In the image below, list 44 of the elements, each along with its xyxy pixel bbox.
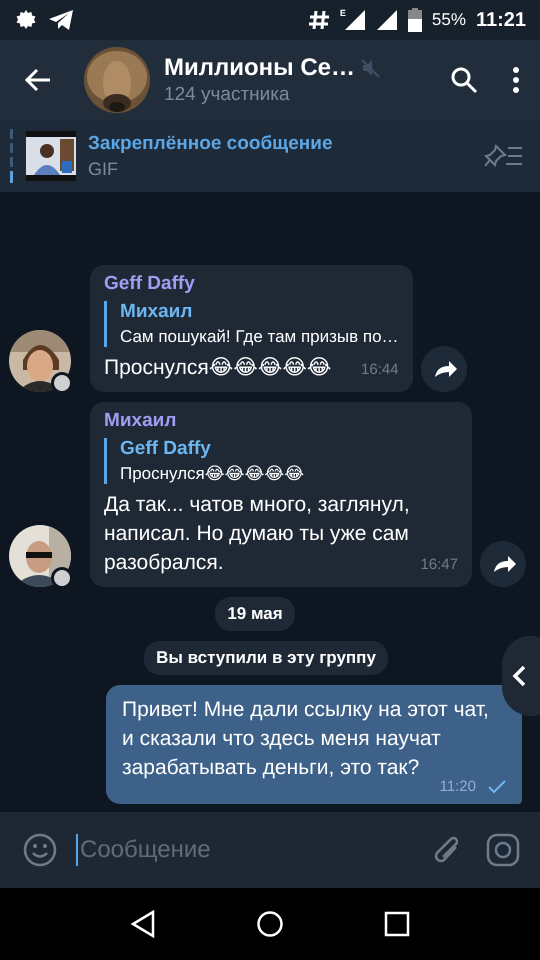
reply-author: Михаил	[120, 301, 194, 323]
pinned-title: Закреплённое сообщение	[88, 132, 334, 154]
message-text: Да так... чатов много, заглянул, написал. Но думаю ты уже сам разобрался.	[104, 493, 410, 574]
status-dot-icon	[51, 372, 73, 394]
service-message: Вы вступили в эту группу	[144, 641, 388, 675]
date-label: 19 мая	[215, 597, 295, 631]
back-arrow-icon	[24, 68, 52, 92]
message-time: 16:44	[361, 361, 399, 379]
pin-list-icon	[484, 143, 524, 169]
sender-name[interactable]: Михаил	[104, 410, 458, 432]
status-dot-icon	[51, 567, 73, 589]
message-text: Привет! Мне дали ссылку на этот чат, и сказали что здесь меня научат зарабатывать деньги, это так?	[122, 697, 490, 780]
reply-text: Проснулся😂😂😂😂😂	[120, 464, 306, 484]
message-time: 16:47	[420, 556, 458, 574]
battery-percent: 55%	[432, 10, 466, 30]
triangle-icon	[130, 910, 156, 938]
signal-icon	[344, 9, 366, 31]
camera-icon	[486, 833, 520, 867]
sender-name[interactable]: Geff Daffy	[104, 273, 399, 295]
reply-text: Сам пошукай! Где там призыв по…	[120, 327, 399, 347]
reply-quote[interactable]: Михаил Сам пошукай! Где там призыв по…	[104, 301, 399, 347]
circle-icon	[256, 910, 284, 938]
clock: 11:21	[476, 8, 526, 32]
message-time: 11:20	[440, 778, 476, 796]
chat-title: Миллионы Се…	[164, 54, 355, 82]
search-icon	[450, 66, 478, 94]
reply-quote[interactable]: Geff Daffy Проснулся😂😂😂😂😂	[104, 438, 458, 484]
forward-button[interactable]	[480, 541, 526, 587]
more-icon	[512, 67, 520, 93]
smiley-icon	[22, 832, 58, 868]
forward-button[interactable]	[420, 346, 467, 392]
message-text: Проснулся😂😂😂😂😂	[104, 356, 332, 379]
reply-author: Geff Daffy	[120, 438, 212, 460]
pinned-message-bar[interactable]: Закреплённое сообщение GIF	[0, 120, 540, 192]
pin-indicator-icon	[10, 129, 14, 183]
paper-plane-icon	[48, 8, 74, 32]
network-type: E	[340, 9, 346, 18]
pinned-text: GIF	[88, 158, 119, 180]
hash-icon	[308, 9, 330, 31]
member-count: 124 участника	[164, 84, 291, 106]
chevron-left-icon	[512, 665, 526, 687]
signal-icon	[376, 9, 398, 31]
battery-icon	[408, 8, 422, 32]
square-icon	[384, 911, 410, 937]
